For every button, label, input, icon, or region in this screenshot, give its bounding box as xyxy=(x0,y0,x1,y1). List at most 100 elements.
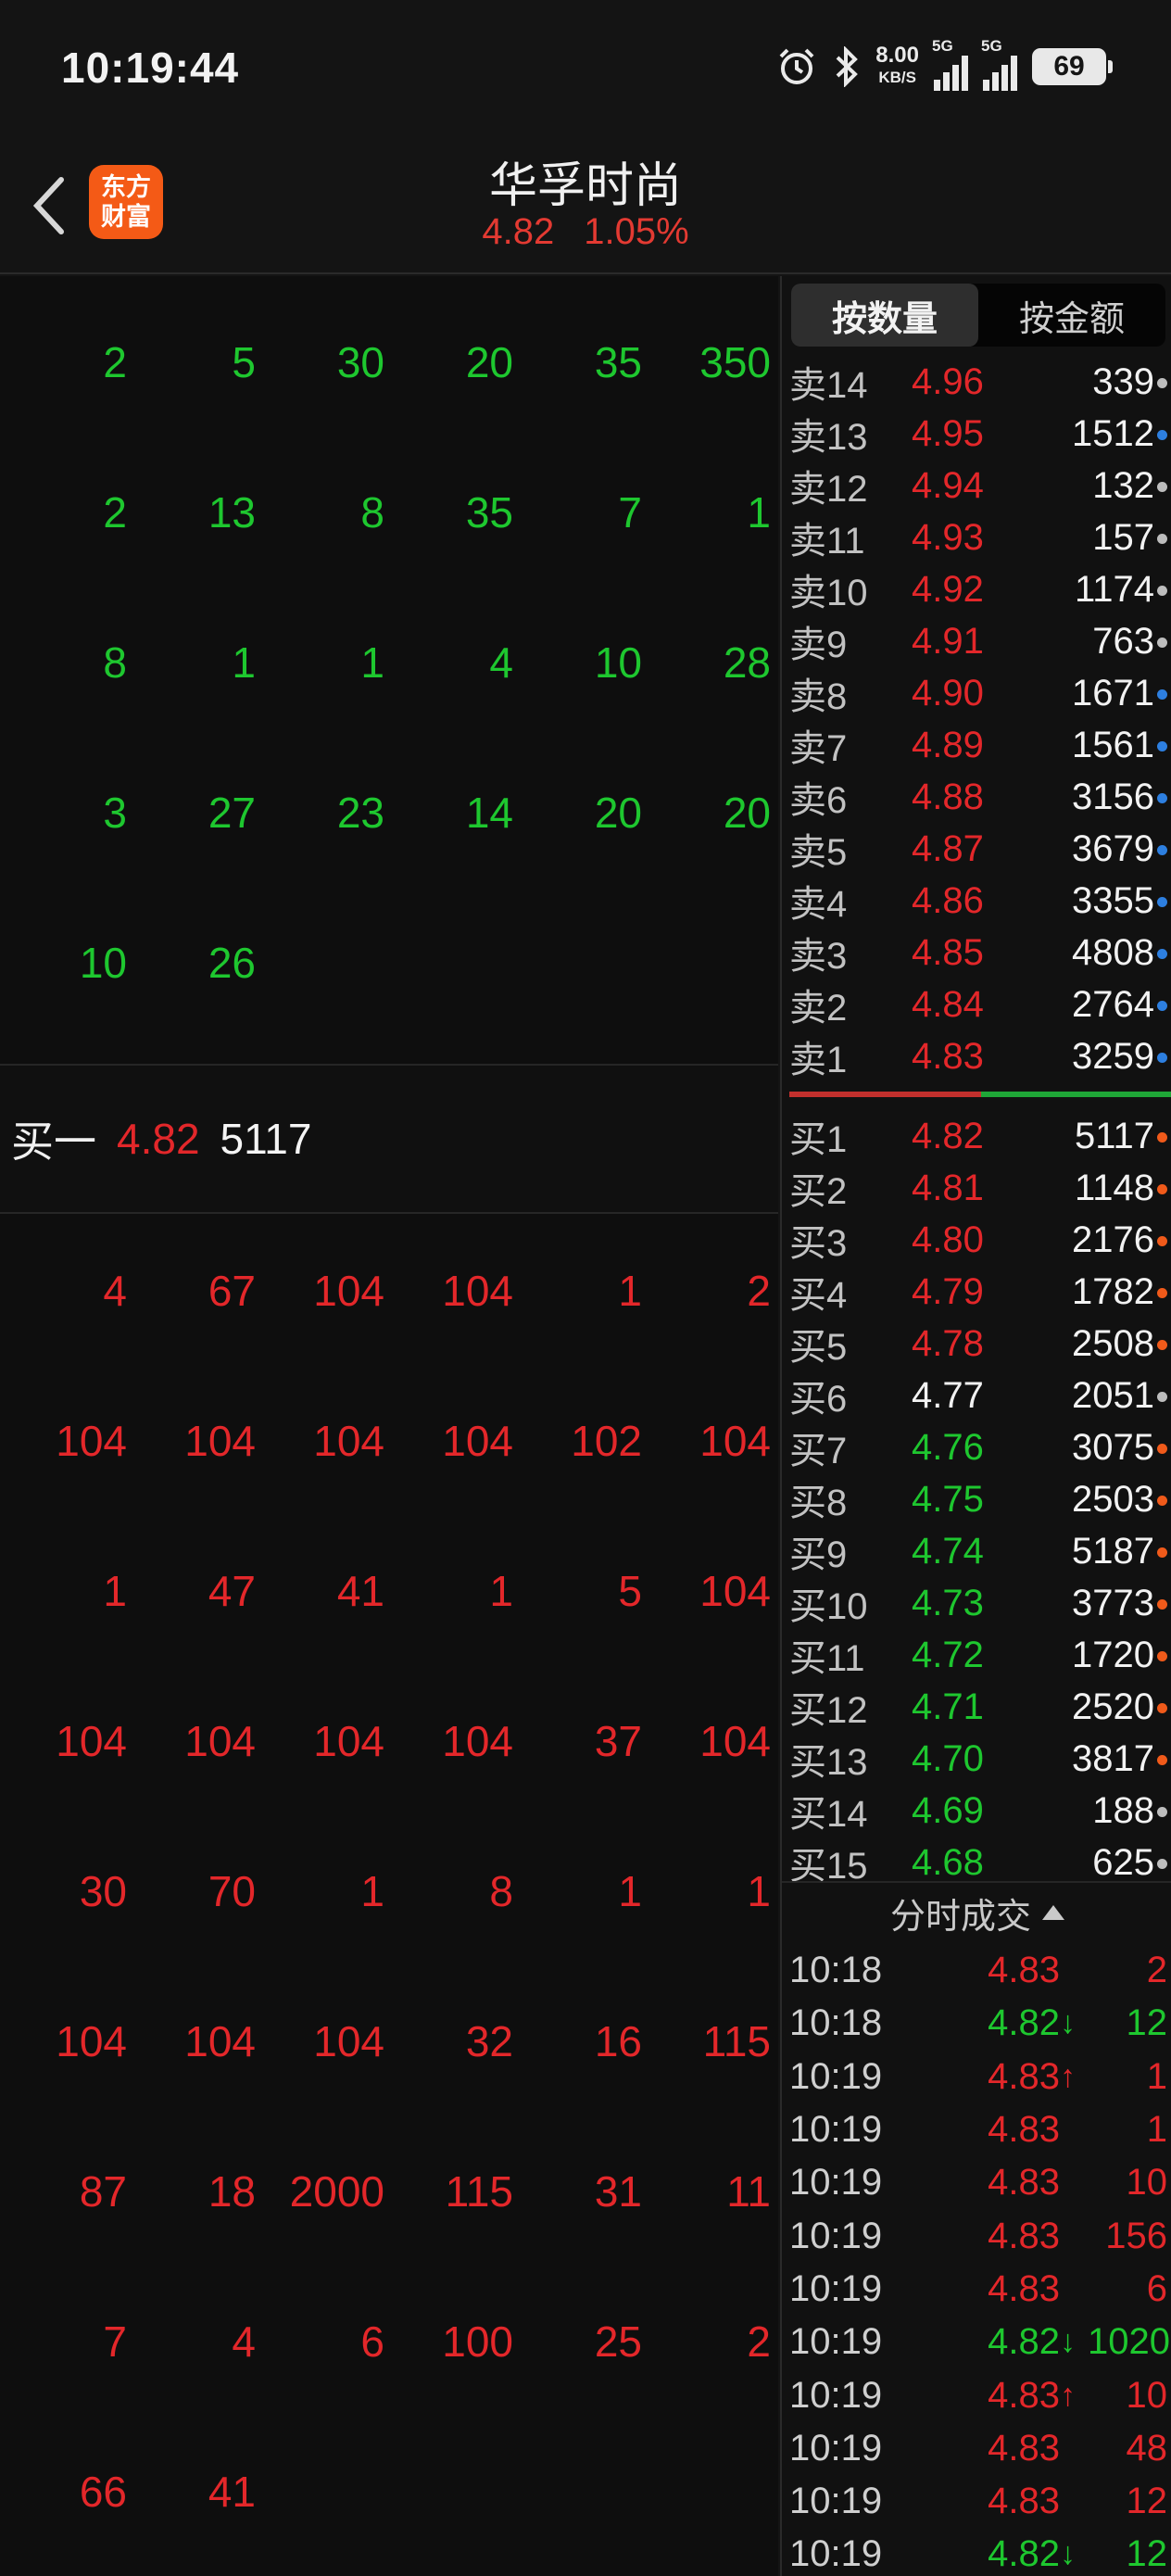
status-icons: 8.00 KB/S 5G 5G 69 xyxy=(775,37,1113,93)
queue-row: 2 5 30 20 35 350 xyxy=(0,287,778,437)
status-dot-icon xyxy=(1157,845,1167,855)
ask-row[interactable]: 卖14 4.96 339 xyxy=(782,356,1171,408)
ask-row[interactable]: 卖11 4.93 157 xyxy=(782,511,1171,563)
level-volume: 132 xyxy=(1092,464,1154,506)
status-dot-icon xyxy=(1157,793,1167,803)
level-label: 卖12 xyxy=(789,469,868,510)
queue-row: 3 27 23 14 20 20 xyxy=(0,738,778,888)
level-label: 买7 xyxy=(789,1431,848,1471)
queue-row: 10 26 xyxy=(0,888,778,1038)
trade-row: 10:19 4.83 12 xyxy=(782,2475,1171,2528)
bid-list[interactable]: 买1 4.82 5117 买2 4.81 1148 买3 4.80 2176 买4 4.79 1782… xyxy=(782,1110,1171,1881)
caret-up-icon xyxy=(1042,1905,1064,1920)
ask-row[interactable]: 卖6 4.88 3156 xyxy=(782,771,1171,823)
arrow-down-icon: ↓ xyxy=(1060,2324,1076,2360)
trade-price: 4.83 xyxy=(988,2427,1060,2469)
level-price: 4.71 xyxy=(912,1686,984,1727)
order-queue-panel[interactable]: 2 5 30 20 35 350 2 13 8 35 7 1 8 1 1 4 10 28 3 27 23 14 20 20 10… xyxy=(0,276,778,2576)
queue-cell: 2000 xyxy=(289,2167,384,2216)
bid-row[interactable]: 买8 4.75 2503 xyxy=(782,1473,1171,1525)
bid-row[interactable]: 买5 4.78 2508 xyxy=(782,1318,1171,1370)
trade-row: 10:19 4.83 10 xyxy=(782,2156,1171,2209)
ask-row[interactable]: 卖1 4.83 3259 xyxy=(782,1030,1171,1082)
bid-row[interactable]: 买13 4.70 3817 xyxy=(782,1733,1171,1785)
ask-row[interactable]: 卖2 4.84 2764 xyxy=(782,979,1171,1030)
queue-cell: 31 xyxy=(594,2167,642,2216)
trade-time: 10:19 xyxy=(789,2109,883,2151)
status-dot-icon xyxy=(1157,949,1167,959)
ask-row[interactable]: 卖10 4.92 1174 xyxy=(782,563,1171,615)
level-label: 卖7 xyxy=(789,728,848,769)
trade-time: 10:19 xyxy=(789,2162,883,2203)
bid-row[interactable]: 买14 4.69 188 xyxy=(782,1785,1171,1837)
status-time: 10:19:44 xyxy=(61,44,240,92)
ask-row[interactable]: 卖3 4.85 4808 xyxy=(782,927,1171,979)
trade-price: 4.83 xyxy=(988,2162,1060,2203)
level-volume: 3156 xyxy=(1072,776,1154,817)
queue-cell: 104 xyxy=(313,1417,384,1465)
bid-row[interactable]: 买4 4.79 1782 xyxy=(782,1266,1171,1318)
ask-row[interactable]: 卖9 4.91 763 xyxy=(782,615,1171,667)
level-volume: 1720 xyxy=(1072,1634,1154,1675)
bid-row[interactable]: 买10 4.73 3773 xyxy=(782,1577,1171,1629)
bid-row[interactable]: 买1 4.82 5117 xyxy=(782,1110,1171,1162)
level-label: 买12 xyxy=(789,1690,868,1731)
trade-time: 10:19 xyxy=(789,2481,883,2522)
status-dot-icon xyxy=(1157,897,1167,907)
bid-row[interactable]: 买12 4.71 2520 xyxy=(782,1681,1171,1733)
level-label: 买15 xyxy=(789,1846,868,1881)
trades-header[interactable]: 分时成交 xyxy=(782,1881,1171,1942)
queue-cell: 10 xyxy=(79,939,127,987)
level-volume: 2508 xyxy=(1072,1322,1154,1364)
level-label: 卖8 xyxy=(789,676,848,717)
alarm-icon xyxy=(775,45,818,88)
bid-row[interactable]: 买15 4.68 625 xyxy=(782,1837,1171,1881)
queue-cell: 67 xyxy=(208,1267,256,1315)
tab-by-volume[interactable]: 按数量 xyxy=(791,284,978,347)
status-dot-icon xyxy=(1157,430,1167,440)
level-label: 买3 xyxy=(789,1223,848,1264)
queue-cell: 104 xyxy=(184,1717,256,1765)
bid-row[interactable]: 买2 4.81 1148 xyxy=(782,1162,1171,1214)
status-dot-icon xyxy=(1157,1496,1167,1506)
trade-list[interactable]: 10:18 4.83 2 10:18 4.82 ↓ 12 10:19 4.83 ↑ 1 10:19 4.… xyxy=(782,1944,1171,2576)
level-label: 买9 xyxy=(789,1534,848,1575)
ask-row[interactable]: 卖4 4.86 3355 xyxy=(782,875,1171,927)
level-price: 4.91 xyxy=(912,620,984,662)
ask-row[interactable]: 卖12 4.94 132 xyxy=(782,460,1171,511)
bid-row[interactable]: 买7 4.76 3075 xyxy=(782,1421,1171,1473)
ask-row[interactable]: 卖8 4.90 1671 xyxy=(782,667,1171,719)
bid-row[interactable]: 买9 4.74 5187 xyxy=(782,1525,1171,1577)
level-price: 4.86 xyxy=(912,879,984,921)
queue-cell: 87 xyxy=(79,2167,127,2216)
queue-cell: 104 xyxy=(442,1267,513,1315)
bid-row[interactable]: 买3 4.80 2176 xyxy=(782,1214,1171,1266)
queue-cell: 104 xyxy=(699,1417,771,1465)
queue-cell: 4 xyxy=(232,2317,256,2366)
status-dot-icon xyxy=(1157,1236,1167,1246)
status-dot-icon xyxy=(1157,1392,1167,1402)
level-volume: 339 xyxy=(1092,360,1154,402)
status-dot-icon xyxy=(1157,1807,1167,1817)
queue-cell: 350 xyxy=(699,338,771,386)
level-volume: 2051 xyxy=(1072,1374,1154,1416)
ask-row[interactable]: 卖5 4.87 3679 xyxy=(782,823,1171,875)
ask-row[interactable]: 卖13 4.95 1512 xyxy=(782,408,1171,460)
bid-ask-divider xyxy=(789,1092,1171,1097)
level-label: 买10 xyxy=(789,1586,868,1627)
trade-price: 4.83 xyxy=(988,2481,1060,2522)
level-volume: 763 xyxy=(1092,620,1154,662)
arrow-up-icon: ↑ xyxy=(1060,2377,1076,2413)
level-label: 卖2 xyxy=(789,988,848,1029)
bid-row[interactable]: 买11 4.72 1720 xyxy=(782,1629,1171,1681)
queue-cell: 26 xyxy=(208,939,256,987)
level-volume: 1561 xyxy=(1072,724,1154,765)
ask-row[interactable]: 卖7 4.89 1561 xyxy=(782,719,1171,771)
trade-price: 4.82 xyxy=(988,2533,1060,2575)
level-label: 卖9 xyxy=(789,625,848,665)
trade-time: 10:19 xyxy=(789,2267,883,2309)
level-volume: 2520 xyxy=(1072,1686,1154,1727)
bid-row[interactable]: 买6 4.77 2051 xyxy=(782,1370,1171,1421)
queue-cell: 1 xyxy=(232,638,256,687)
tab-by-amount[interactable]: 按金额 xyxy=(978,284,1165,347)
